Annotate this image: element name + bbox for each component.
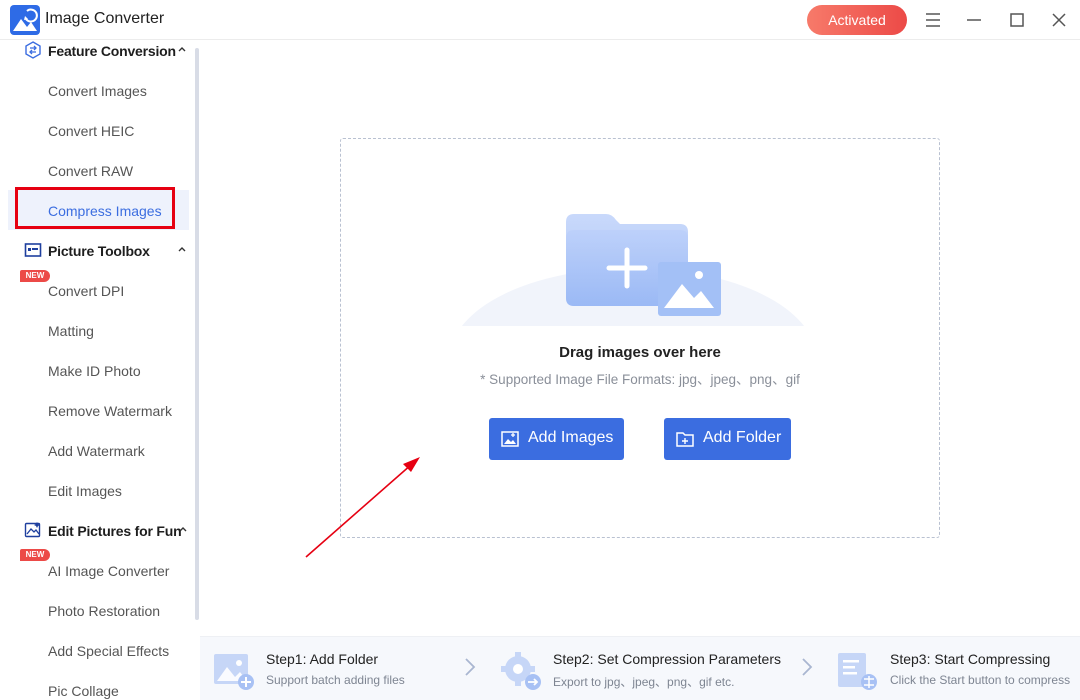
section-picture-toolbox[interactable]: Picture Toolbox <box>0 235 195 265</box>
chevron-right-icon <box>802 658 813 676</box>
chevron-up-icon[interactable] <box>177 244 187 254</box>
drop-zone[interactable] <box>340 138 940 538</box>
sidebar-item-label: AI Image Converter <box>48 563 170 579</box>
feature-conversion-icon <box>25 41 41 59</box>
app-logo-icon <box>10 5 40 35</box>
add-folder-label: Add Folder <box>703 429 782 446</box>
section-label: Picture Toolbox <box>48 243 150 259</box>
sidebar-item-pic-collage[interactable]: Pic Collage <box>8 670 189 700</box>
add-images-button[interactable]: Add Images <box>489 418 624 460</box>
chevron-right-icon <box>465 658 476 676</box>
sidebar-item-convert-raw[interactable]: Convert RAW <box>8 150 189 190</box>
sidebar-item-label: Convert RAW <box>48 163 134 179</box>
steps-footer: Step1: Add Folder Support batch adding f… <box>200 636 1080 700</box>
sidebar-item-edit-images[interactable]: Edit Images <box>8 470 189 510</box>
sidebar-item-label: Convert Images <box>48 83 147 99</box>
add-folder-step-icon <box>214 654 254 690</box>
step-1-title: Step1: Add Folder <box>266 651 379 667</box>
sidebar-item-label: Remove Watermark <box>48 403 172 419</box>
sidebar-item-label: Edit Images <box>48 483 122 499</box>
title-bar: Image Converter Activated <box>0 0 1080 40</box>
sidebar-item-label: Add Watermark <box>48 443 145 459</box>
sidebar-item-ai-image-converter[interactable]: AI Image Converter <box>8 550 189 590</box>
chevron-up-icon[interactable] <box>178 524 188 534</box>
add-folder-button[interactable]: Add Folder <box>664 418 791 460</box>
sidebar-item-make-id-photo[interactable]: Make ID Photo <box>8 350 189 390</box>
sidebar-item-label: Photo Restoration <box>48 603 161 619</box>
sidebar-item-remove-watermark[interactable]: Remove Watermark <box>8 390 189 430</box>
sidebar-item-convert-heic[interactable]: Convert HEIC <box>8 110 189 150</box>
picture-toolbox-icon <box>24 243 42 257</box>
dropzone-title: Drag images over here <box>559 344 721 361</box>
step-3-desc: Click the Start button to compress <box>890 673 1071 687</box>
add-folder-illustration-icon <box>566 214 721 316</box>
sidebar-item-matting[interactable]: Matting <box>8 310 189 350</box>
add-images-label: Add Images <box>528 429 614 446</box>
compress-step-icon <box>838 653 877 690</box>
section-label: Edit Pictures for Fun <box>48 523 182 539</box>
sidebar-item-add-watermark[interactable]: Add Watermark <box>8 430 189 470</box>
activated-button[interactable]: Activated <box>807 5 907 35</box>
section-feature-conversion[interactable]: Feature Conversion <box>0 35 195 65</box>
section-label: Feature Conversion <box>48 43 176 59</box>
sidebar-item-convert-images[interactable]: Convert Images <box>8 70 189 110</box>
sidebar-item-photo-restoration[interactable]: Photo Restoration <box>8 590 189 630</box>
edit-pictures-icon <box>24 522 41 538</box>
folder-add-icon <box>676 432 694 447</box>
settings-step-icon <box>501 652 541 690</box>
supported-formats-text: * Supported Image File Formats: jpg、jpeg… <box>480 372 800 387</box>
menu-icon[interactable] <box>921 8 945 32</box>
sidebar-item-label: Convert HEIC <box>48 123 135 139</box>
maximize-icon[interactable] <box>1005 8 1029 32</box>
sidebar-item-label: Matting <box>48 323 94 339</box>
step-2-title: Step2: Set Compression Parameters <box>553 651 781 667</box>
annotation-arrow-icon <box>305 457 420 558</box>
sidebar-item-add-special-effects[interactable]: Add Special Effects <box>8 630 189 670</box>
step-1-desc: Support batch adding files <box>266 673 405 687</box>
step-2-desc: Export to jpg、jpeg、png、gif etc. <box>553 675 735 689</box>
sidebar-item-label: Add Special Effects <box>48 643 170 659</box>
sidebar-item-label: Convert DPI <box>48 283 125 299</box>
sidebar-item-label: Make ID Photo <box>48 363 141 379</box>
section-edit-pictures-for-fun[interactable]: Edit Pictures for Fun <box>0 515 195 545</box>
image-add-icon <box>501 431 519 447</box>
highlight-annotation-box <box>15 187 175 229</box>
sidebar-item-convert-dpi[interactable]: Convert DPI <box>8 270 189 310</box>
close-icon[interactable] <box>1047 8 1071 32</box>
sidebar-item-label: Pic Collage <box>48 683 119 699</box>
app-title: Image Converter <box>45 10 165 27</box>
minimize-icon[interactable] <box>962 8 986 32</box>
sidebar-scrollbar[interactable] <box>195 48 199 620</box>
chevron-up-icon[interactable] <box>177 44 187 54</box>
step-3-title: Step3: Start Compressing <box>890 651 1051 667</box>
